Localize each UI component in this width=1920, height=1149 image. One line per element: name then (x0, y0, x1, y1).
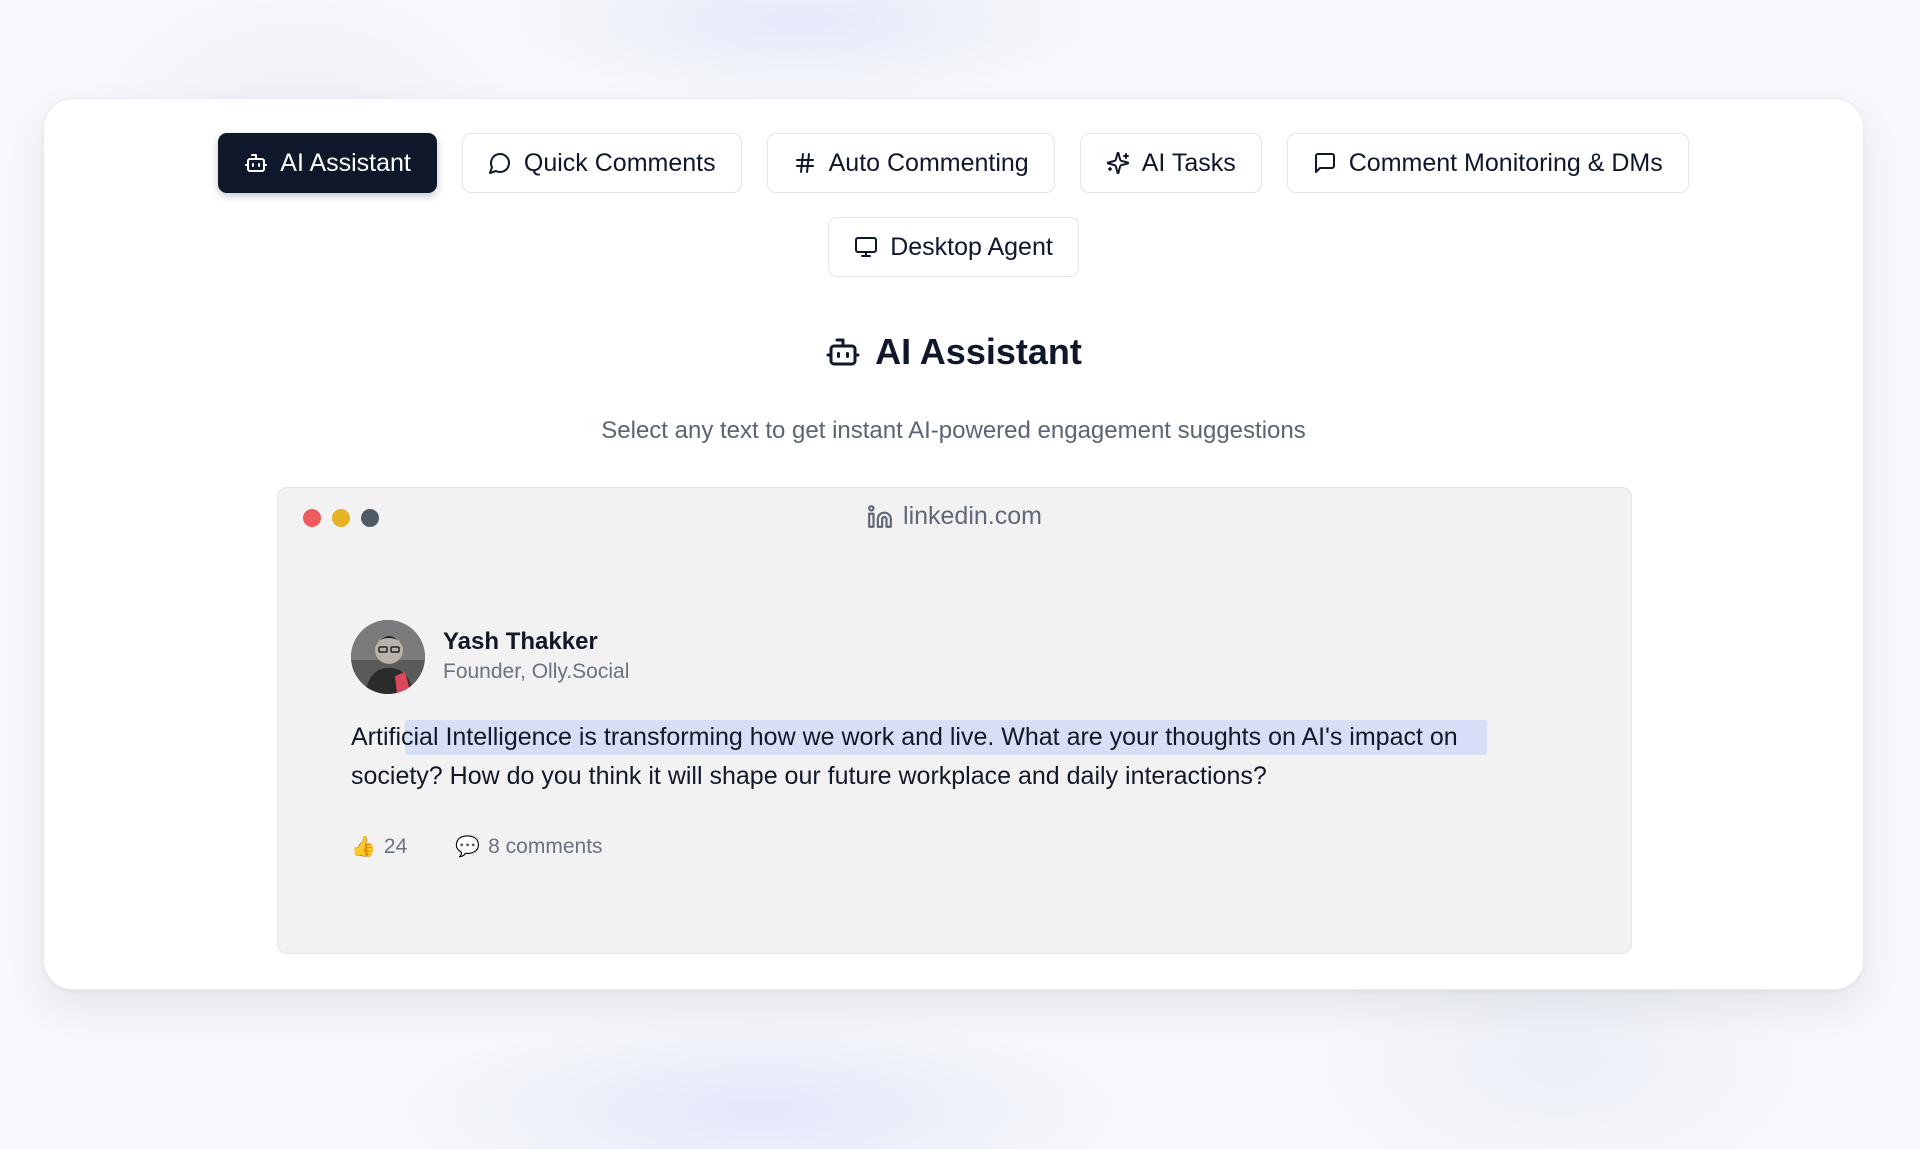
hash-icon (793, 151, 817, 175)
comments-stat[interactable]: 💬 8 comments (455, 834, 602, 859)
author-name[interactable]: Yash Thakker (443, 627, 629, 657)
tab-label: AI Tasks (1141, 148, 1236, 177)
address-bar: linkedin.com (278, 502, 1631, 531)
feature-tabs: AI Assistant Quick Comments Auto Comment… (44, 133, 1863, 277)
post-stats: 👍 24 💬 8 comments (351, 834, 1571, 859)
avatar[interactable] (351, 620, 425, 694)
linkedin-icon (867, 504, 893, 530)
tab-label: Desktop Agent (890, 232, 1053, 261)
likes-count: 24 (383, 834, 408, 858)
likes-stat[interactable]: 👍 24 (351, 834, 407, 859)
post-body[interactable]: Artificial Intelligence is transforming … (351, 718, 1541, 796)
section-subtitle: Select any text to get instant AI-powere… (601, 417, 1306, 444)
tab-label: AI Assistant (280, 148, 411, 177)
tab-ai-assistant[interactable]: AI Assistant (218, 133, 437, 193)
post-text: Artificial Intelligence is transforming … (351, 723, 1458, 790)
speech-bubble-icon: 💬 (455, 836, 481, 858)
feature-card: AI Assistant Quick Comments Auto Comment… (43, 98, 1864, 990)
tab-comment-monitoring[interactable]: Comment Monitoring & DMs (1286, 133, 1689, 193)
tab-label: Quick Comments (523, 148, 716, 177)
tab-desktop-agent[interactable]: Desktop Agent (828, 217, 1079, 277)
message-square-icon (1313, 151, 1337, 175)
browser-mockup: linkedin.com Yash Thakker Founder, Olly.… (277, 487, 1632, 954)
bot-icon (244, 151, 268, 175)
tab-label: Comment Monitoring & DMs (1348, 148, 1663, 177)
url-text: linkedin.com (903, 502, 1042, 530)
section-heading: AI Assistant (44, 331, 1863, 373)
tab-ai-tasks[interactable]: AI Tasks (1079, 133, 1262, 193)
comments-count: 8 comments (488, 834, 603, 858)
tab-label: Auto Commenting (828, 148, 1029, 177)
author-title: Founder, Olly.Social (443, 660, 630, 683)
monitor-icon (854, 235, 878, 259)
sparkles-icon (1106, 151, 1130, 175)
linkedin-post: Yash Thakker Founder, Olly.Social Artifi… (351, 620, 1571, 859)
post-author: Yash Thakker Founder, Olly.Social (351, 620, 1571, 694)
section-title: AI Assistant (875, 331, 1082, 372)
author-info: Yash Thakker Founder, Olly.Social (443, 627, 629, 687)
tab-auto-commenting[interactable]: Auto Commenting (766, 133, 1055, 193)
tab-quick-comments[interactable]: Quick Comments (461, 133, 742, 193)
message-circle-icon (488, 151, 512, 175)
bot-icon (825, 334, 861, 370)
thumbs-up-icon: 👍 (351, 836, 376, 858)
